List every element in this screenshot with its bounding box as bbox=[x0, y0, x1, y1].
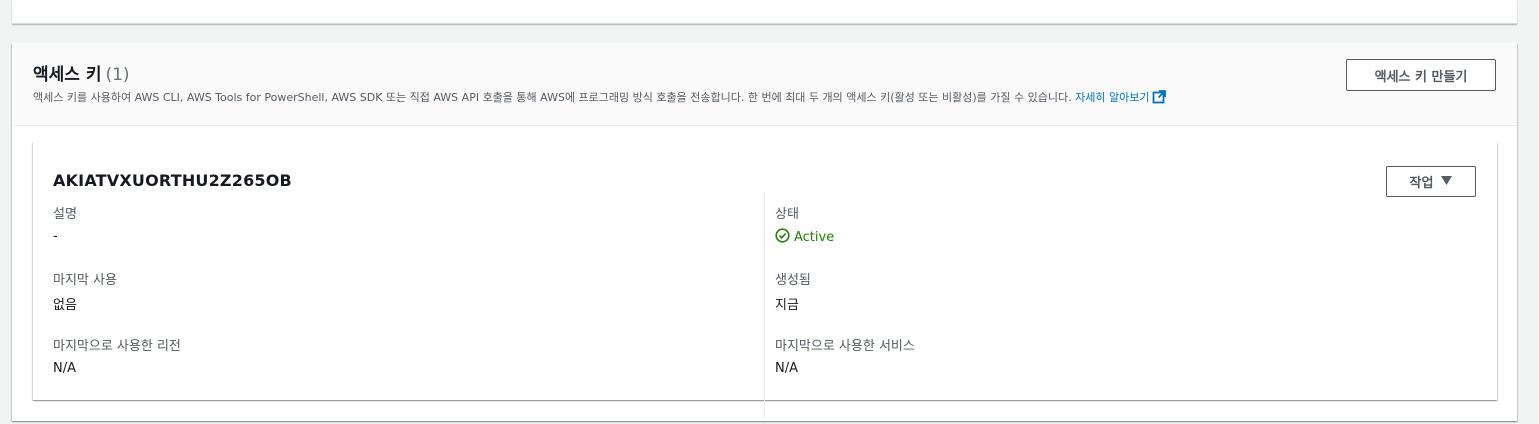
access-key-card: AKIATVXUORTHU2Z265OB 작업 설명 - 상태 Active 마… bbox=[33, 142, 1497, 418]
status-badge: Active bbox=[775, 228, 834, 247]
last-region-value: N/A bbox=[53, 361, 76, 376]
created-value: 지금 bbox=[775, 298, 799, 313]
status-label: 상태 bbox=[775, 207, 799, 222]
section-title: 액세스 키 (1) bbox=[33, 60, 130, 85]
created-label: 생성됨 bbox=[775, 273, 811, 288]
description-text: 액세스 키를 사용하여 AWS CLI, AWS Tools for Power… bbox=[33, 91, 1072, 104]
description-label: 설명 bbox=[53, 207, 77, 222]
last-used-value: 없음 bbox=[53, 298, 77, 313]
caret-down-icon bbox=[1441, 174, 1453, 189]
column-divider bbox=[764, 192, 765, 418]
access-keys-panel: 액세스 키 (1) 액세스 키를 사용하여 AWS CLI, AWS Tools … bbox=[12, 43, 1517, 421]
panel-header: 액세스 키 (1) 액세스 키를 사용하여 AWS CLI, AWS Tools … bbox=[12, 43, 1517, 126]
actions-label: 작업 bbox=[1409, 176, 1434, 191]
description-value: - bbox=[53, 229, 58, 244]
create-access-key-button[interactable]: 액세스 키 만들기 bbox=[1346, 59, 1496, 91]
check-circle-icon bbox=[775, 228, 790, 247]
access-key-id: AKIATVXUORTHU2Z265OB bbox=[53, 171, 292, 190]
key-count: (1) bbox=[105, 65, 130, 85]
learn-more-label: 자세히 알아보기 bbox=[1075, 91, 1150, 104]
last-service-label: 마지막으로 사용한 서비스 bbox=[775, 339, 915, 354]
last-region-label: 마지막으로 사용한 리전 bbox=[53, 339, 181, 354]
external-link-icon bbox=[1152, 90, 1167, 107]
previous-panel bbox=[12, 0, 1517, 24]
actions-button[interactable]: 작업 bbox=[1386, 166, 1476, 197]
last-used-label: 마지막 사용 bbox=[53, 273, 117, 288]
learn-more-link[interactable]: 자세히 알아보기 bbox=[1075, 90, 1167, 107]
status-value: Active bbox=[794, 230, 835, 245]
last-service-value: N/A bbox=[775, 361, 798, 376]
section-title-text: 액세스 키 bbox=[33, 65, 102, 85]
section-description: 액세스 키를 사용하여 AWS CLI, AWS Tools for Power… bbox=[33, 89, 1167, 107]
